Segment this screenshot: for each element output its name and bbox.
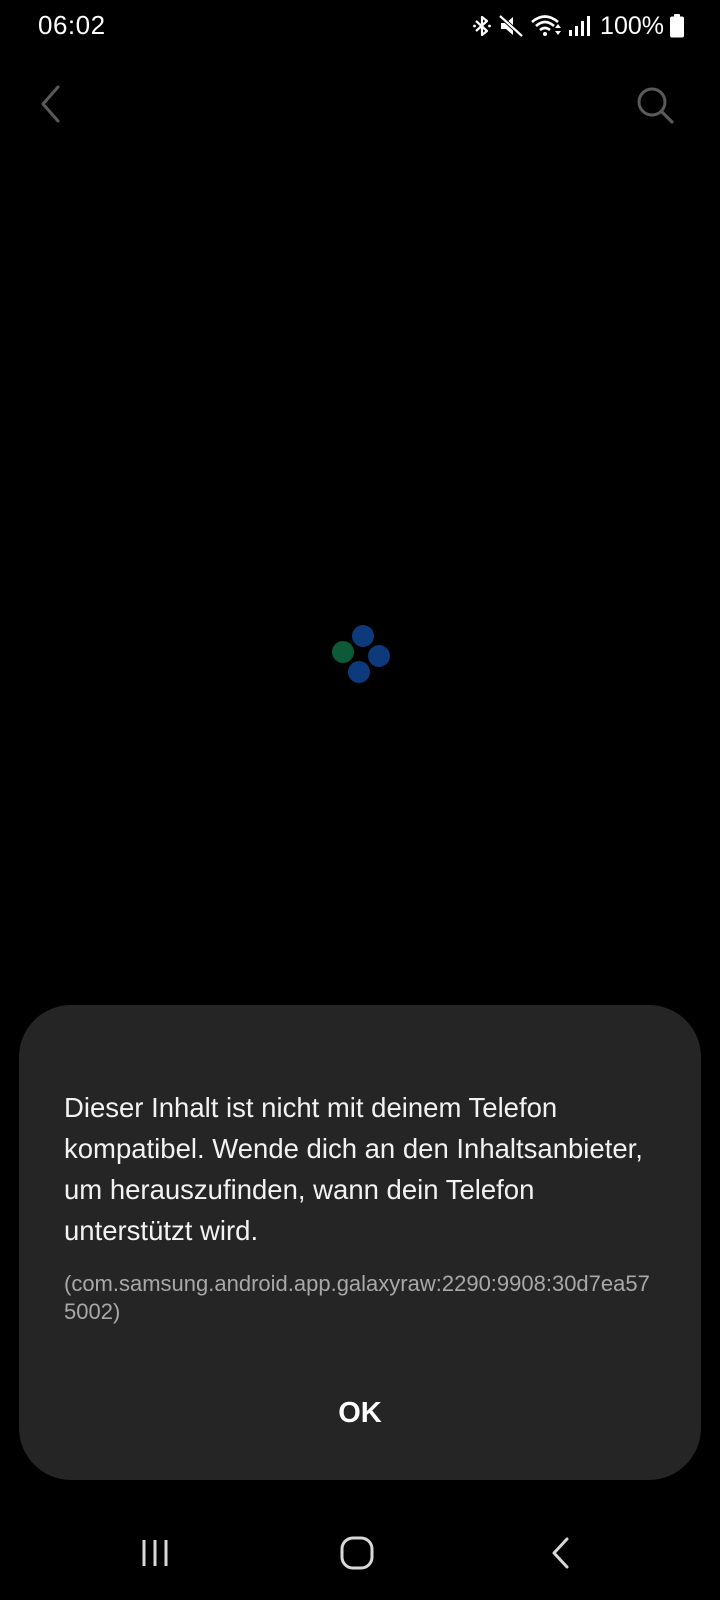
loader-dot xyxy=(368,645,390,667)
mute-icon xyxy=(498,14,524,38)
home-button[interactable] xyxy=(327,1530,387,1580)
ok-button[interactable]: OK xyxy=(260,1385,460,1441)
status-time: 06:02 xyxy=(38,10,106,40)
navigation-bar xyxy=(0,1500,720,1600)
recents-button[interactable] xyxy=(126,1530,186,1580)
recents-icon xyxy=(138,1537,174,1574)
incompatible-content-dialog: Dieser Inhalt ist nicht mit deinem Telef… xyxy=(19,1005,701,1480)
status-icons: 100% xyxy=(472,10,684,42)
signal-icon xyxy=(568,14,591,38)
back-icon xyxy=(543,1535,579,1576)
back-icon xyxy=(30,85,74,130)
battery-icon xyxy=(670,14,684,38)
loader-dot xyxy=(348,661,370,683)
loading-indicator xyxy=(330,625,390,685)
loader-dot xyxy=(352,625,374,647)
home-icon xyxy=(337,1533,377,1578)
dialog-message: Dieser Inhalt ist nicht mit deinem Telef… xyxy=(64,1092,643,1246)
search-button[interactable] xyxy=(632,82,680,130)
battery-percent: 100% xyxy=(600,11,664,40)
status-bar: 06:02 100% xyxy=(0,0,720,52)
search-icon xyxy=(632,87,680,134)
wifi-icon xyxy=(530,13,562,39)
bluetooth-icon xyxy=(472,14,492,38)
nav-back-button[interactable] xyxy=(531,1530,591,1580)
back-button[interactable] xyxy=(30,82,74,126)
loader-dot xyxy=(332,641,354,663)
app-bar xyxy=(0,70,720,140)
dialog-error-code: (com.samsung.android.app.galaxyraw:2290:… xyxy=(64,1271,650,1324)
